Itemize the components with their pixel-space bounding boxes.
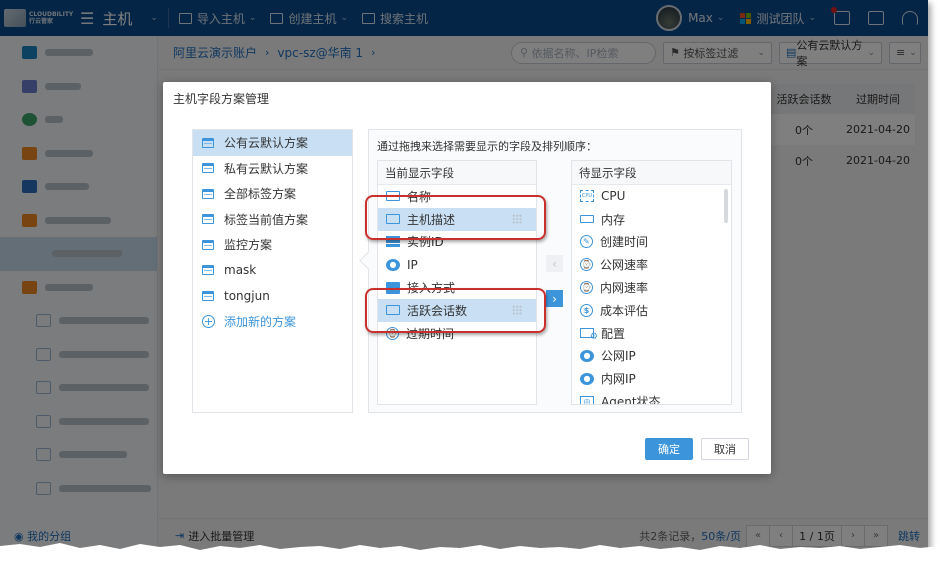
scheme-label: 标签当前值方案: [224, 211, 308, 228]
field-label: IP: [407, 258, 418, 272]
drag-handle-icon[interactable]: [512, 305, 522, 315]
field-item[interactable]: ● 内网IP: [572, 367, 731, 390]
field-label: 过期时间: [406, 325, 454, 342]
field-item[interactable]: ⌚ 内网速率: [572, 276, 731, 299]
cpu-icon: CPU: [580, 190, 594, 202]
move-right-button[interactable]: ›: [546, 290, 563, 307]
table-icon: [202, 214, 214, 224]
scheme-label: 私有云默认方案: [224, 160, 308, 177]
field-label: 名称: [407, 188, 431, 205]
add-scheme-button[interactable]: + 添加新的方案: [193, 309, 352, 335]
ok-button[interactable]: 确定: [645, 438, 693, 460]
field-item[interactable]: 配置: [572, 322, 731, 345]
current-fields-list: 当前显示字段 名称 主机描述 实例ID ● IP 接入方式 活跃会话数 ⌚ 过期时间: [377, 160, 537, 405]
field-label: 成本评估: [600, 302, 648, 319]
monitor-icon: [386, 305, 400, 315]
field-item[interactable]: ⌚ 过期时间: [378, 322, 536, 345]
field-label: CPU: [601, 189, 625, 203]
field-item[interactable]: $ 成本评估: [572, 299, 731, 322]
scheme-label: mask: [224, 263, 256, 277]
pending-fields-title: 待显示字段: [572, 161, 731, 185]
memory-icon: [580, 215, 594, 223]
scheme-item[interactable]: 全部标签方案: [193, 181, 352, 207]
globe-icon: ●: [580, 373, 594, 385]
monitor-icon: [386, 214, 400, 224]
scheme-item[interactable]: 私有云默认方案: [193, 156, 352, 182]
clock-icon: ⌚: [580, 258, 593, 271]
scheme-item[interactable]: tongjun: [193, 283, 352, 309]
field-label: 活跃会话数: [407, 302, 467, 319]
app-window: CLOUDBILITY 行云管家 ☰ 主机 ⌄ 导入主机 ⌄ 创建主机 ⌄ 搜索…: [0, 0, 928, 552]
scheme-item[interactable]: 标签当前值方案: [193, 207, 352, 233]
agent-icon: ◎: [580, 396, 594, 405]
dialog-title: 主机字段方案管理: [173, 90, 269, 107]
field-label: 内网IP: [601, 370, 636, 387]
torn-edge-decoration: [0, 538, 940, 563]
scheme-label: 公有云默认方案: [224, 134, 308, 151]
table-icon: [202, 265, 214, 275]
globe-icon: ●: [386, 259, 400, 271]
field-item[interactable]: ● 公网IP: [572, 345, 731, 368]
add-scheme-label: 添加新的方案: [224, 313, 296, 330]
scheme-item[interactable]: 公有云默认方案: [193, 130, 352, 156]
scheme-manager-dialog: 主机字段方案管理 公有云默认方案 私有云默认方案 全部标签方案 标签当前值方案 …: [163, 82, 771, 474]
cancel-button[interactable]: 取消: [701, 438, 749, 460]
scheme-item[interactable]: mask: [193, 258, 352, 284]
config-icon: [580, 328, 594, 338]
field-item[interactable]: 接入方式: [378, 276, 536, 299]
dollar-icon: $: [580, 304, 593, 317]
field-item[interactable]: ⌚ 公网速率: [572, 253, 731, 276]
server-icon: [386, 236, 400, 248]
table-icon: [202, 163, 214, 173]
scheme-label: 全部标签方案: [224, 185, 296, 202]
field-item[interactable]: ✎ 创建时间: [572, 231, 731, 254]
field-item-highlighted[interactable]: 主机描述: [378, 208, 536, 231]
field-label: 公网IP: [601, 347, 636, 364]
field-label: 主机描述: [407, 211, 455, 228]
field-label: 实例ID: [407, 233, 444, 250]
field-item[interactable]: ◎ Agent状态: [572, 390, 731, 405]
field-item[interactable]: 实例ID: [378, 231, 536, 254]
field-item[interactable]: CPU CPU: [572, 185, 731, 208]
fields-hint: 通过拖拽来选择需要显示的字段及排列顺序：: [377, 138, 597, 154]
pending-fields-list: 待显示字段 CPUCPU 内存 ✎创建时间 ⌚公网速率 ⌚内网速率 $成本评估 …: [571, 160, 732, 405]
scrollbar[interactable]: [724, 189, 728, 223]
table-icon: [202, 291, 214, 301]
field-label: 创建时间: [600, 233, 648, 250]
field-item[interactable]: ● IP: [378, 253, 536, 276]
scheme-label: 监控方案: [224, 236, 272, 253]
drag-handle-icon[interactable]: [512, 214, 522, 224]
monitor-icon: [386, 191, 400, 201]
field-item-highlighted[interactable]: 活跃会话数: [378, 299, 536, 322]
edit-icon: ✎: [580, 235, 593, 248]
field-label: 内存: [601, 211, 625, 228]
plus-circle-icon: +: [202, 315, 215, 328]
clock-icon: ⌚: [386, 327, 399, 340]
table-icon: [202, 138, 214, 148]
field-label: 接入方式: [407, 279, 455, 296]
clock-icon: ⌚: [580, 281, 593, 294]
table-icon: [202, 189, 214, 199]
scheme-list: 公有云默认方案 私有云默认方案 全部标签方案 标签当前值方案 监控方案 mask…: [192, 129, 353, 413]
fields-panel: 通过拖拽来选择需要显示的字段及排列顺序： 当前显示字段 名称 主机描述 实例ID…: [368, 129, 742, 413]
login-icon: [386, 282, 400, 294]
scheme-label: tongjun: [224, 289, 270, 303]
field-item[interactable]: 名称: [378, 185, 536, 208]
move-left-button[interactable]: ‹: [546, 255, 563, 272]
globe-icon: ●: [580, 350, 594, 362]
field-item[interactable]: 内存: [572, 208, 731, 231]
current-fields-title: 当前显示字段: [378, 161, 536, 185]
table-icon: [202, 240, 214, 250]
scheme-item[interactable]: 监控方案: [193, 232, 352, 258]
field-label: 配置: [601, 325, 625, 342]
field-label: 公网速率: [600, 256, 648, 273]
field-label: 内网速率: [600, 279, 648, 296]
field-label: Agent状态: [601, 393, 661, 405]
